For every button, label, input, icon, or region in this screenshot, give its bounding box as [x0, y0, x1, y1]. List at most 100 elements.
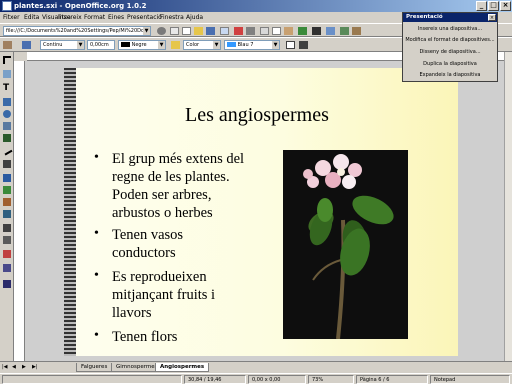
panel-item-expand-slide[interactable]: Expandeix la diapositiva [403, 70, 497, 80]
menu-eines[interactable]: Eines [108, 14, 124, 21]
interaction-icon[interactable] [3, 250, 11, 258]
status-message [2, 375, 182, 384]
email-icon[interactable] [220, 27, 229, 35]
effects-icon[interactable] [3, 186, 11, 194]
print-icon[interactable] [246, 27, 255, 35]
prev-slide-icon[interactable]: ◀ [12, 364, 19, 371]
controls-icon[interactable] [3, 236, 11, 244]
fill-type-dropdown-icon[interactable]: ▼ [213, 41, 220, 49]
menu-fitxer[interactable]: Fitxer [3, 14, 20, 21]
status-size: 0,00 x 0,00 [248, 375, 306, 384]
export-pdf-icon[interactable] [234, 27, 243, 35]
bullet-item[interactable]: Es reprodueixen mitjançant fruits i llav… [112, 268, 280, 322]
new-document-icon[interactable] [182, 27, 191, 35]
rectangle-icon[interactable] [3, 98, 11, 106]
shadow-icon[interactable] [286, 41, 295, 49]
status-position: 30,84 / 19,46 [184, 375, 246, 384]
lines-arrows-icon[interactable] [3, 174, 11, 182]
3d-converter-icon[interactable] [3, 264, 11, 272]
bullet-line: El grup més extens del [112, 151, 245, 167]
area-icon[interactable] [171, 41, 180, 49]
menu-insereix[interactable]: Insereix [58, 14, 82, 21]
alignment-icon[interactable] [3, 198, 11, 206]
bullet-item[interactable]: Tenen flors [112, 328, 280, 346]
text-tool-icon[interactable]: T [3, 84, 11, 93]
bullet-line: llavors [112, 305, 152, 321]
arrow-style-icon[interactable] [22, 41, 31, 49]
edit-file-icon[interactable] [170, 27, 179, 35]
flower-photo[interactable] [283, 150, 408, 340]
url-input[interactable]: file:///C:/Documents%20and%20Settings/Pe… [3, 26, 151, 36]
line-style-select[interactable]: Continu ▼ [40, 40, 85, 50]
ellipse-icon[interactable] [3, 110, 11, 118]
menu-format[interactable]: Format [84, 14, 105, 21]
bullet-line: Es reprodueixen [112, 269, 207, 285]
status-page: Pàgina 6 / 6 [356, 375, 428, 384]
data-sources-icon[interactable] [352, 27, 361, 35]
3d-objects-icon[interactable] [3, 122, 11, 130]
cut-icon[interactable] [260, 27, 269, 35]
next-slide-icon[interactable]: ▶ [22, 364, 29, 371]
menu-ajuda[interactable]: Ajuda [186, 14, 203, 21]
line-style-dropdown-icon[interactable]: ▼ [77, 41, 84, 49]
curve-icon[interactable] [3, 134, 11, 142]
paste-icon[interactable] [284, 27, 293, 35]
url-dropdown-icon[interactable]: ▼ [143, 27, 150, 35]
close-button[interactable]: × [500, 1, 511, 11]
line-icon[interactable] [3, 41, 12, 49]
bullet-item[interactable]: Tenen vasos conductors [112, 226, 280, 262]
arrange-icon[interactable] [3, 210, 11, 218]
slide-title[interactable]: Les angiospermes [185, 104, 329, 127]
vertical-scrollbar[interactable] [504, 52, 512, 361]
open-folder-icon[interactable] [194, 27, 203, 35]
bullet-dot: • [94, 150, 99, 165]
bullet-line: regne de les plantes. [112, 169, 230, 185]
bullet-item[interactable]: El grup més extens del regne de les plan… [112, 150, 280, 222]
bullet-line: arbustos o herbes [112, 205, 213, 221]
menu-finestra[interactable]: Finestra [160, 14, 184, 21]
menu-edita[interactable]: Edita [24, 14, 39, 21]
fill-color-dropdown-icon[interactable]: ▼ [272, 41, 279, 49]
line-color-dropdown-icon[interactable]: ▼ [158, 41, 165, 49]
line-width-input[interactable]: 0,00cm [87, 40, 115, 50]
vertical-ruler [14, 61, 25, 361]
title-bar: plantes.sxi - OpenOffice.org 1.0.2 _ □ × [0, 0, 512, 12]
panel-item-insert-slide[interactable]: Insereix una diapositiva... [403, 24, 497, 34]
fill-color-value: Blau 7 [237, 42, 254, 48]
panel-item-modify-layout[interactable]: Modifica el format de diapositives... [403, 35, 497, 45]
insert-icon[interactable] [3, 224, 11, 232]
stop-icon[interactable] [157, 27, 166, 35]
gallery-icon[interactable] [340, 27, 349, 35]
panel-close-button[interactable]: × [488, 14, 496, 21]
bullet-line: Tenen flors [112, 329, 178, 345]
minimize-button[interactable]: _ [476, 1, 487, 11]
bullet-dot: • [94, 268, 99, 283]
status-layout: Notepad [430, 375, 510, 384]
status-zoom[interactable]: 73% [308, 375, 354, 384]
bullet-line: mitjançant fruits i [112, 287, 216, 303]
select-arrow-icon[interactable] [3, 56, 11, 64]
connector-icon[interactable] [3, 160, 11, 168]
slide-show-icon[interactable] [3, 280, 11, 288]
fill-color-select[interactable]: Blau 7 ▼ [224, 40, 280, 50]
undo-icon[interactable] [298, 27, 307, 35]
copy-icon[interactable] [272, 27, 281, 35]
stylist-icon[interactable] [326, 27, 335, 35]
line-tool-icon[interactable] [1, 144, 13, 156]
zoom-icon[interactable] [3, 70, 11, 78]
line-color-select[interactable]: Negre ▼ [118, 40, 166, 50]
line-color-value: Negre [131, 42, 147, 48]
tab-angiospermes[interactable]: Angiospermes [155, 363, 210, 372]
panel-item-slide-design[interactable]: Disseny de diapositiva... [403, 47, 497, 57]
navigator-icon[interactable] [312, 27, 321, 35]
first-slide-icon[interactable]: |◀ [2, 364, 9, 371]
menu-presentacio[interactable]: Presentació [127, 14, 162, 21]
flower-illustration [303, 154, 394, 340]
tab-falgueres[interactable]: Falgueres [76, 363, 113, 372]
last-slide-icon[interactable]: ▶| [32, 364, 39, 371]
panel-item-duplicate-slide[interactable]: Duplica la diapositiva [403, 59, 497, 69]
position-size-icon[interactable] [299, 41, 308, 49]
save-icon[interactable] [206, 27, 215, 35]
maximize-button[interactable]: □ [488, 1, 499, 11]
fill-type-select[interactable]: Color ▼ [183, 40, 221, 50]
